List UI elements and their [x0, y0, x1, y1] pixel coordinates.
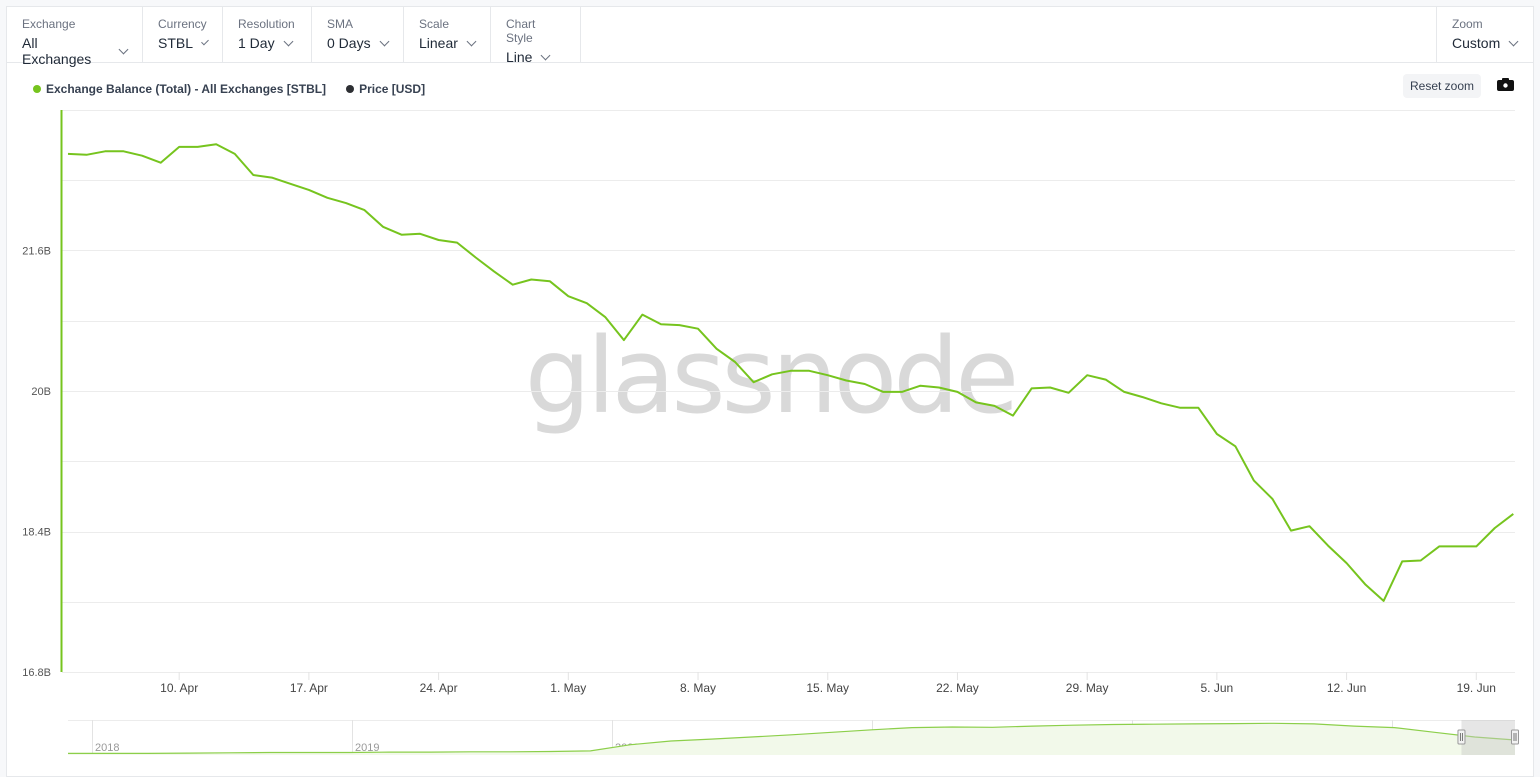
y-tick-label: 20B	[31, 386, 51, 398]
navigator-left-handle[interactable]	[1458, 730, 1465, 744]
chart-svg[interactable]: glassnode 16.8B18.4B20B21.6B 10. Apr17. …	[0, 0, 1540, 775]
x-axis: 10. Apr 17. Apr 24. Apr 1. May 8. May 15. May…	[160, 672, 1496, 695]
navigator-selection[interactable]	[1461, 720, 1515, 755]
x-tick-label: 8. May	[680, 681, 716, 695]
navigator: 201820192020202120222023	[68, 720, 1519, 755]
x-tick-label: 12. Jun	[1327, 681, 1366, 695]
x-tick-label: 19. Jun	[1457, 681, 1496, 695]
x-tick-label: 22. May	[936, 681, 979, 695]
x-tick-label: 10. Apr	[160, 681, 198, 695]
x-tick-label: 5. Jun	[1201, 681, 1234, 695]
x-tick-label: 15. May	[806, 681, 849, 695]
navigator-area	[68, 723, 1515, 755]
y-tick-label: 21.6B	[22, 246, 51, 258]
y-axis: 16.8B 18.4B 20B 21.6B	[22, 110, 61, 679]
x-tick-label: 17. Apr	[290, 681, 328, 695]
x-tick-label: 24. Apr	[420, 681, 458, 695]
navigator-year-label: 2018	[95, 742, 119, 754]
y-tick-label: 16.8B	[22, 667, 51, 679]
navigator-right-handle[interactable]	[1512, 730, 1519, 744]
y-tick-label: 18.4B	[22, 527, 51, 539]
grid-lines	[62, 111, 1515, 673]
x-tick-label: 1. May	[550, 681, 586, 695]
x-tick-label: 29. May	[1066, 681, 1109, 695]
